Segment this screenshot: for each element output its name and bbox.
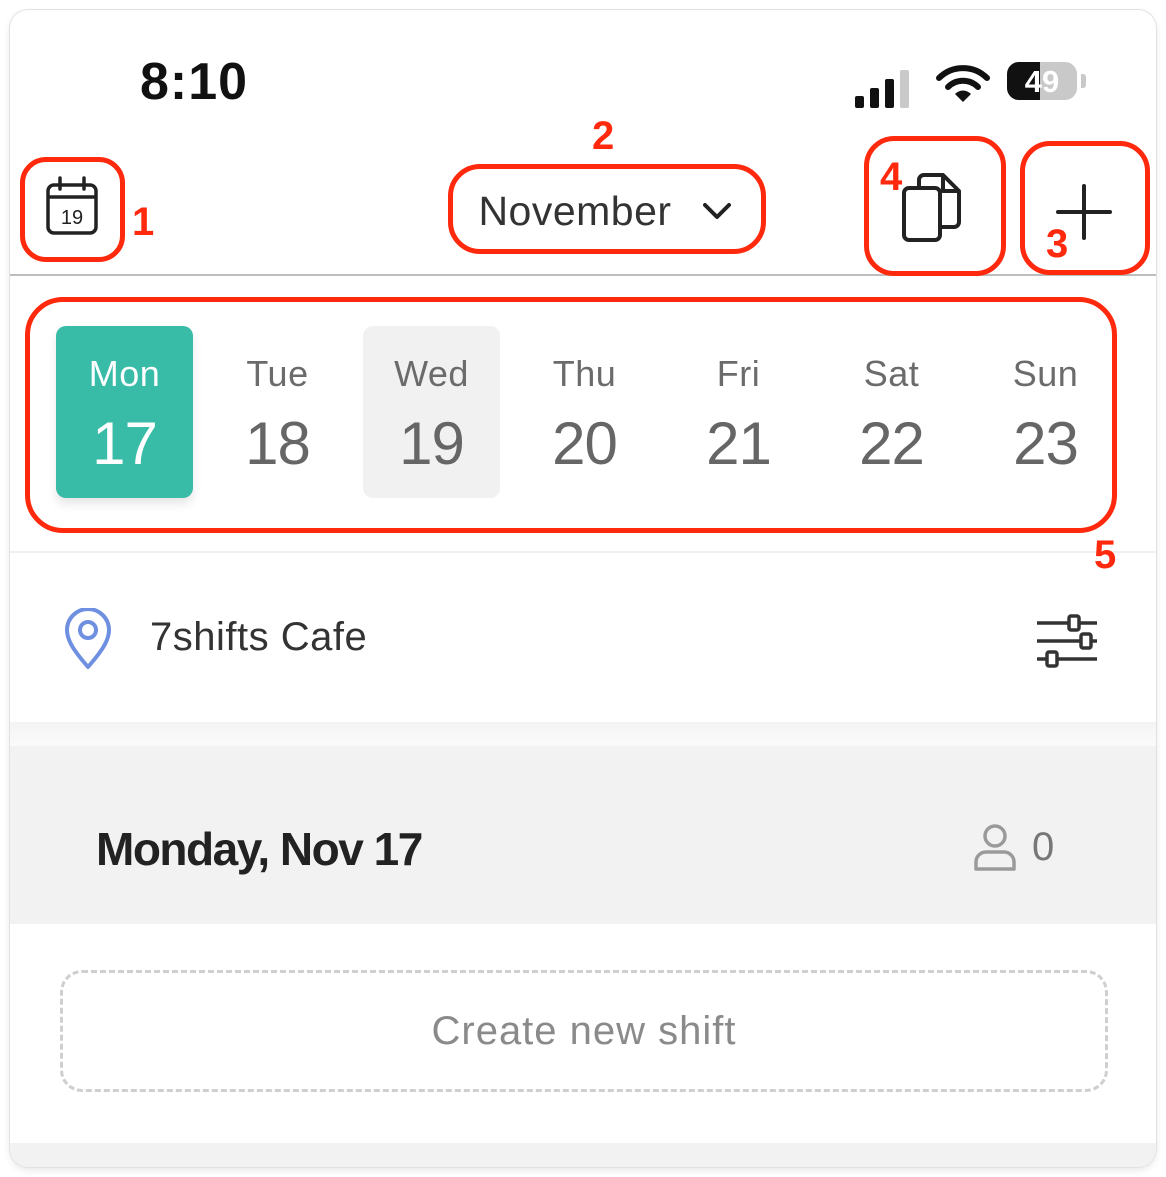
month-dropdown[interactable]: November <box>450 168 760 254</box>
day-name: Tue <box>246 353 309 394</box>
sliders-icon <box>1037 614 1097 668</box>
day-number: 22 <box>859 410 925 477</box>
day-number: 19 <box>399 410 465 477</box>
calendar-icon: 19 <box>46 176 98 235</box>
day-name: Mon <box>88 353 161 394</box>
month-label: November <box>478 187 672 234</box>
calendar-icon-day: 19 <box>61 207 83 229</box>
create-shift-label: Create new shift <box>431 1008 737 1053</box>
day-name: Fri <box>716 353 761 394</box>
day-wed[interactable]: Wed 19 <box>363 326 500 498</box>
copy-schedule-button[interactable] <box>895 172 965 246</box>
battery-icon: 49 <box>1007 62 1077 100</box>
annotation-number-3: 3 <box>1046 222 1069 266</box>
day-mon[interactable]: Mon 17 <box>56 326 193 498</box>
day-number: 20 <box>552 410 618 477</box>
create-shift-button[interactable]: Create new shift <box>60 970 1108 1092</box>
app-screen: 8:10 49 19 November Mon 17 Tue 18 Wed 19… <box>10 10 1156 1167</box>
annotation-number-5: 5 <box>1094 533 1117 577</box>
day-name: Wed <box>394 353 469 394</box>
battery-tip <box>1081 74 1086 88</box>
filter-button[interactable] <box>1035 613 1099 669</box>
annotation-number-1: 1 <box>132 200 155 244</box>
bottom-band <box>10 1143 1156 1167</box>
copy-icon <box>902 173 961 242</box>
day-thu[interactable]: Thu 20 <box>516 326 653 498</box>
day-number: 21 <box>706 410 772 477</box>
status-time: 8:10 <box>140 53 249 111</box>
day-name: Sun <box>1012 353 1079 394</box>
cellular-signal-icon <box>855 70 909 108</box>
location-pin-icon <box>65 608 111 669</box>
day-sat[interactable]: Sat 22 <box>823 326 960 498</box>
calendar-button[interactable]: 19 <box>44 175 100 237</box>
day-number: 18 <box>245 410 311 477</box>
location-name[interactable]: 7shifts Cafe <box>150 615 367 660</box>
week-divider <box>10 551 1156 553</box>
wifi-icon <box>936 65 990 102</box>
day-name: Sat <box>863 353 920 394</box>
section-gap <box>10 722 1156 746</box>
annotation-number-2: 2 <box>592 114 615 158</box>
battery-level: 49 <box>1024 64 1060 99</box>
day-number: 23 <box>1013 410 1079 477</box>
header-divider <box>10 274 1156 276</box>
chevron-down-icon <box>702 203 731 219</box>
day-title: Monday, Nov 17 <box>96 823 423 875</box>
day-number: 17 <box>92 410 158 477</box>
person-icon <box>974 824 1016 871</box>
staff-count: 0 <box>1032 825 1055 869</box>
annotation-number-4: 4 <box>880 155 903 199</box>
day-sun[interactable]: Sun 23 <box>977 326 1114 498</box>
day-tue[interactable]: Tue 18 <box>209 326 346 498</box>
day-name: Thu <box>552 353 617 394</box>
day-fri[interactable]: Fri 21 <box>670 326 807 498</box>
